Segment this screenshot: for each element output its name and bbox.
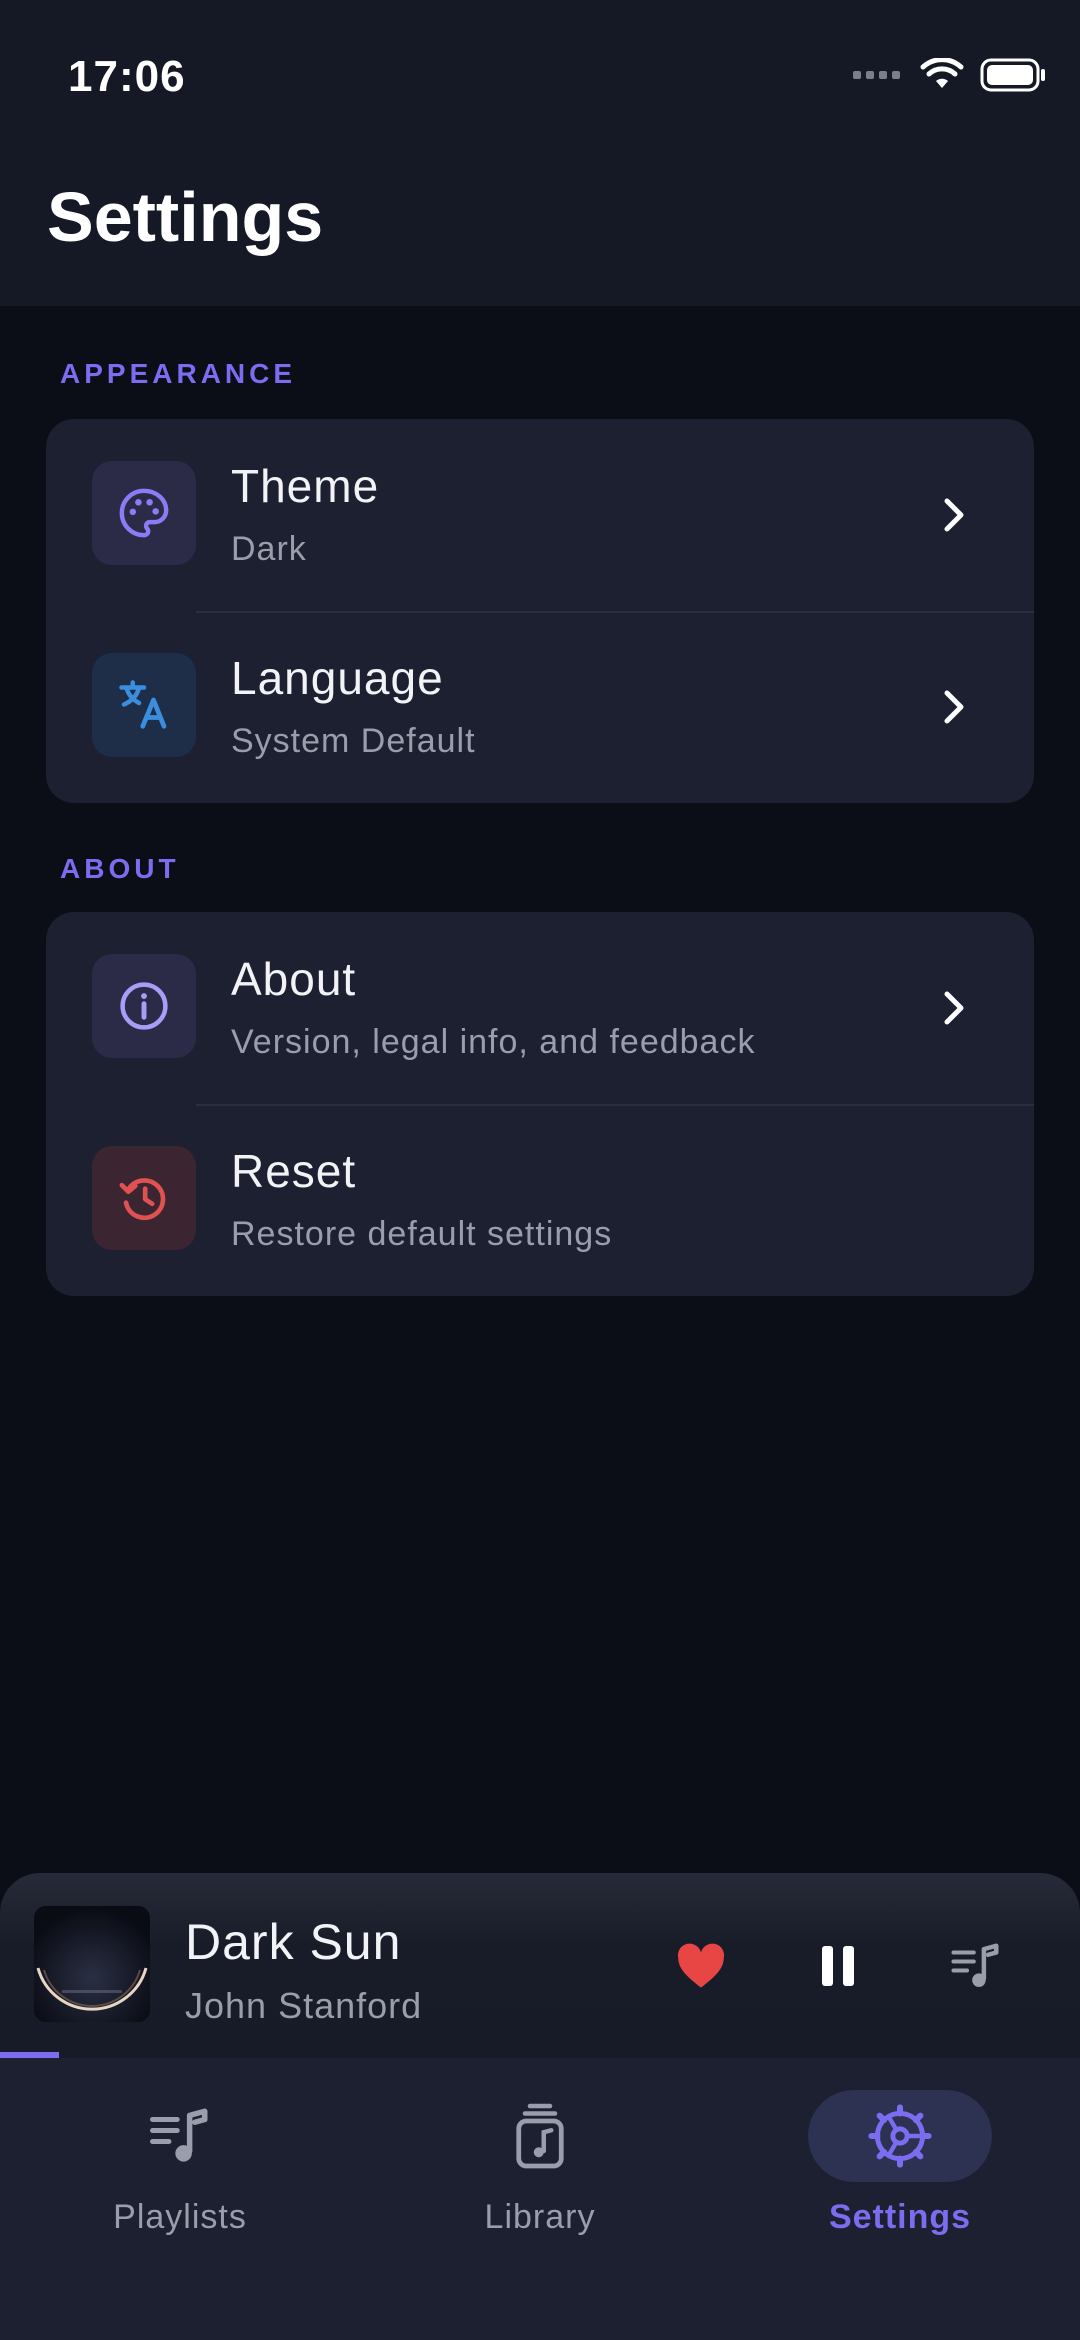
- row-subtitle: Version, legal info, and feedback: [231, 1022, 756, 1061]
- status-icons: [853, 58, 1046, 92]
- row-text: Theme Dark: [231, 461, 379, 569]
- settings-screen: 17:06 Settings APPEARANCE Theme Dark Lan…: [0, 0, 1080, 2340]
- tab-playlists[interactable]: Playlists: [0, 2058, 360, 2340]
- track-artist: John Stanford: [185, 1985, 423, 2026]
- row-subtitle: System Default: [231, 721, 476, 760]
- tab-label: Settings: [828, 2198, 972, 2236]
- row-title: Theme: [231, 460, 380, 512]
- settings-row-about[interactable]: About Version, legal info, and feedback: [46, 912, 1034, 1104]
- playlist-music-icon: [150, 2108, 208, 2162]
- row-title: About: [231, 953, 357, 1005]
- settings-gear-icon: [868, 2104, 932, 2168]
- battery-icon: [980, 58, 1045, 92]
- section-label-about: ABOUT: [60, 853, 180, 884]
- like-button[interactable]: [666, 1931, 736, 2001]
- palette-icon: [92, 461, 196, 565]
- tab-settings[interactable]: Settings: [720, 2058, 1080, 2340]
- row-text: Reset Restore default settings: [231, 1146, 612, 1254]
- tab-label: Library: [484, 2198, 596, 2236]
- row-text: About Version, legal info, and feedback: [231, 954, 755, 1062]
- heart-icon: [677, 1943, 725, 1988]
- chevron-right-icon: [944, 498, 964, 532]
- track-title: Dark Sun: [185, 1914, 402, 1970]
- history-icon: [92, 1146, 196, 1250]
- row-title: Reset: [231, 1145, 357, 1197]
- chevron-right-icon: [944, 690, 964, 724]
- tab-bar: Playlists Library Settings: [0, 2058, 1080, 2340]
- info-icon: [92, 954, 196, 1058]
- pause-button[interactable]: [803, 1931, 873, 2001]
- queue-button[interactable]: [941, 1931, 1011, 2001]
- tab-library[interactable]: Library: [360, 2058, 720, 2340]
- tab-icon-wrap: [808, 2090, 992, 2182]
- mini-player[interactable]: Dark Sun John Stanford: [0, 1873, 1080, 2058]
- settings-row-theme[interactable]: Theme Dark: [46, 419, 1034, 611]
- wifi-icon: [920, 58, 964, 88]
- tab-icon-wrap: [448, 2090, 632, 2182]
- music-library-icon: [516, 2103, 564, 2169]
- tab-icon-wrap: [88, 2090, 272, 2182]
- settings-row-language[interactable]: Language System Default: [46, 611, 1034, 803]
- translate-icon: [92, 653, 196, 757]
- appearance-card: Theme Dark Language System Default: [46, 419, 1034, 803]
- section-label-appearance: APPEARANCE: [60, 358, 297, 389]
- pause-icon: [822, 1946, 854, 1986]
- chevron-right-icon: [944, 991, 964, 1025]
- row-title: Language: [231, 652, 444, 704]
- status-time: 17:06: [68, 52, 186, 101]
- cellular-signal-icon: [853, 71, 900, 79]
- album-art: [34, 1906, 150, 2022]
- row-subtitle: Restore default settings: [231, 1214, 613, 1253]
- header: 17:06 Settings: [0, 0, 1080, 306]
- about-card: About Version, legal info, and feedback …: [46, 912, 1034, 1296]
- settings-row-reset[interactable]: Reset Restore default settings: [46, 1104, 1034, 1296]
- tab-label: Playlists: [113, 2198, 247, 2236]
- row-text: Language System Default: [231, 653, 476, 761]
- page-title: Settings: [47, 178, 324, 256]
- row-subtitle: Dark: [231, 529, 307, 568]
- queue-music-icon: [951, 1943, 999, 1987]
